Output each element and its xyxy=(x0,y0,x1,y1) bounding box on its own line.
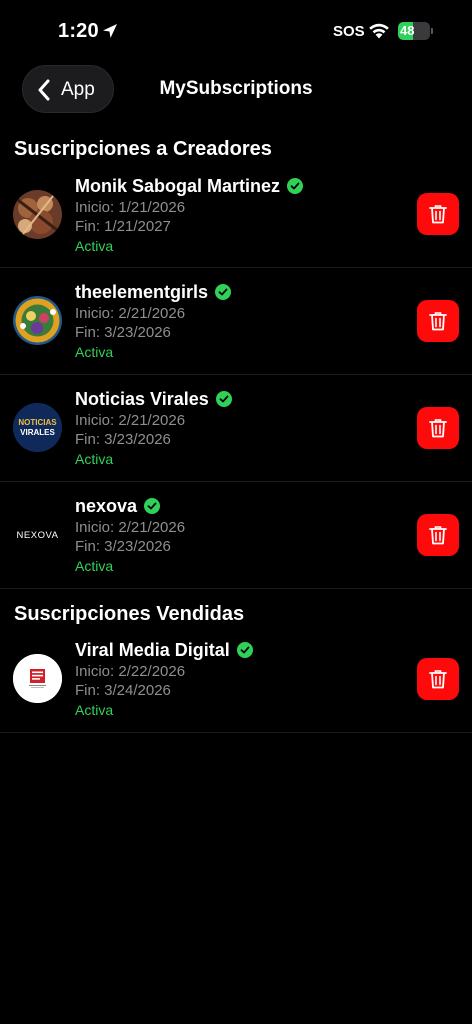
noticias-virales-logo: NOTICIAS VIRALES xyxy=(13,403,62,452)
viral-media-digital-logo xyxy=(13,654,62,703)
subscription-row[interactable]: Monik Sabogal Martinez Inicio: 1/21/2026… xyxy=(0,165,472,268)
verified-icon xyxy=(215,391,232,407)
status-carrier: SOS xyxy=(333,23,365,40)
delete-button[interactable] xyxy=(417,407,459,449)
trash-icon xyxy=(429,205,447,224)
subscription-start: Inicio: 1/21/2026 xyxy=(75,199,186,216)
subscription-name: Viral Media Digital xyxy=(75,640,253,661)
subscription-name: Noticias Virales xyxy=(75,389,232,410)
status-time: 1:20 xyxy=(58,20,99,42)
delete-button[interactable] xyxy=(417,658,459,700)
status-badge: Activa xyxy=(75,238,114,254)
section-title-sold: Suscripciones Vendidas xyxy=(14,603,245,625)
verified-icon xyxy=(287,178,304,194)
status-badge: Activa xyxy=(75,558,114,574)
subscription-start: Inicio: 2/21/2026 xyxy=(75,305,186,322)
subscription-name-text: Viral Media Digital xyxy=(75,640,230,660)
subscription-end: Fin: 3/23/2026 xyxy=(75,431,171,448)
status-badge: Activa xyxy=(75,451,114,467)
trash-icon xyxy=(429,419,447,438)
battery-level: 48 xyxy=(400,23,415,38)
verified-icon xyxy=(215,284,232,300)
verified-icon xyxy=(144,498,161,514)
delete-button[interactable] xyxy=(417,193,459,235)
subscription-end: Fin: 3/24/2026 xyxy=(75,682,171,699)
page-title: MySubscriptions xyxy=(159,78,313,99)
subscription-start: Inicio: 2/21/2026 xyxy=(75,412,186,429)
trash-icon xyxy=(429,312,447,331)
illustration-avatar-icon xyxy=(13,296,62,345)
logo-text: VIRALES xyxy=(20,428,55,437)
delete-button[interactable] xyxy=(417,300,459,342)
section-title-creators: Suscripciones a Creadores xyxy=(14,138,272,160)
logo-text: NEXOVA xyxy=(17,530,59,541)
photo-avatar-icon xyxy=(13,190,62,239)
battery-indicator: 48 xyxy=(398,22,433,40)
subscription-name: Monik Sabogal Martinez xyxy=(75,176,304,197)
status-badge: Activa xyxy=(75,702,114,718)
subscription-end: Fin: 3/23/2026 xyxy=(75,538,171,555)
subscription-row[interactable]: NOTICIAS VIRALES Noticias Virales Inicio… xyxy=(0,375,472,482)
verified-icon xyxy=(236,642,253,658)
subscription-end: Fin: 1/21/2027 xyxy=(75,218,171,235)
subscription-start: Inicio: 2/22/2026 xyxy=(75,663,186,680)
subscription-name: nexova xyxy=(75,496,161,517)
subscription-name: theelementgirls xyxy=(75,282,232,303)
subscription-name-text: theelementgirls xyxy=(75,282,209,302)
status-badge: Activa xyxy=(75,344,114,360)
nexova-logo: NEXOVA xyxy=(13,510,62,559)
subscription-name-text: Noticias Virales xyxy=(75,389,209,409)
subscription-end: Fin: 3/23/2026 xyxy=(75,324,171,341)
subscription-row[interactable]: Viral Media Digital Inicio: 2/22/2026 Fi… xyxy=(0,630,472,733)
trash-icon xyxy=(429,526,447,545)
subscription-row[interactable]: NEXOVA nexova Inicio: 2/21/2026 Fin: 3/2… xyxy=(0,482,472,589)
logo-text: NOTICIAS xyxy=(18,418,57,427)
location-arrow-icon xyxy=(103,24,117,38)
delete-button[interactable] xyxy=(417,514,459,556)
subscription-row[interactable]: theelementgirls Inicio: 2/21/2026 Fin: 3… xyxy=(0,268,472,375)
subscription-start: Inicio: 2/21/2026 xyxy=(75,519,186,536)
wifi-icon xyxy=(369,23,389,39)
subscription-name-text: nexova xyxy=(75,496,138,516)
trash-icon xyxy=(429,670,447,689)
status-bar: 1:20 SOS 48 xyxy=(0,0,472,62)
subscription-name-text: Monik Sabogal Martinez xyxy=(75,176,281,196)
